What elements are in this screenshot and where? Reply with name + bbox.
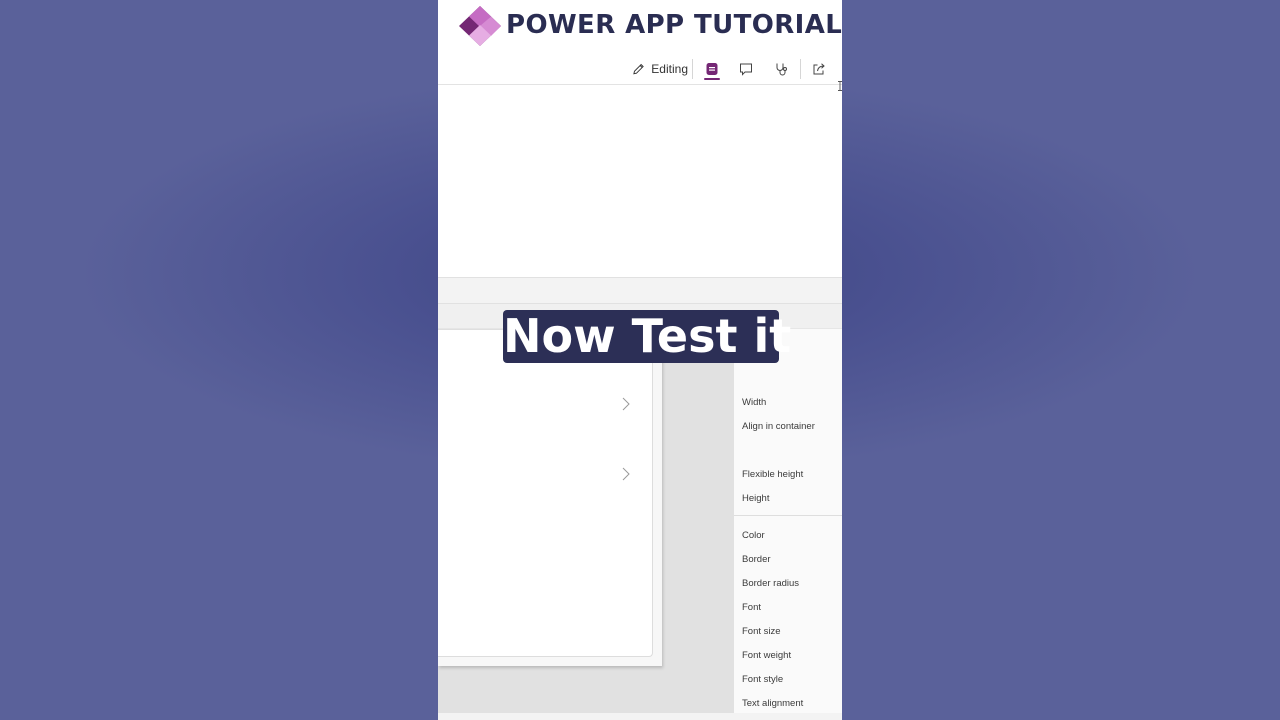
property-font-size[interactable]: Font size bbox=[742, 626, 781, 637]
chevron-right-icon[interactable] bbox=[620, 466, 632, 482]
comment-icon bbox=[740, 63, 752, 76]
stethoscope-icon bbox=[776, 63, 787, 76]
property-height[interactable]: Height bbox=[742, 493, 769, 504]
comments-button[interactable] bbox=[734, 54, 758, 84]
brand-title: POWER APP TUTORIAL bbox=[506, 10, 842, 40]
properties-pane: Width Align in container Flexible height… bbox=[733, 329, 842, 720]
app-screen-preview[interactable] bbox=[438, 330, 662, 666]
video-caption: Now Test it bbox=[503, 309, 792, 363]
toolbar-divider bbox=[800, 59, 801, 79]
property-width[interactable]: Width bbox=[742, 397, 766, 408]
editing-label: Editing bbox=[651, 62, 688, 76]
property-border[interactable]: Border bbox=[742, 554, 771, 565]
active-tab-indicator bbox=[704, 78, 720, 80]
monitor-button[interactable] bbox=[770, 54, 794, 84]
properties-divider bbox=[734, 515, 842, 516]
share-button[interactable] bbox=[807, 54, 831, 84]
share-icon bbox=[813, 63, 825, 75]
text-cursor-icon bbox=[838, 81, 842, 91]
pencil-icon bbox=[633, 63, 644, 75]
bottom-status-bar bbox=[438, 713, 842, 720]
app-icon bbox=[706, 63, 718, 75]
property-font[interactable]: Font bbox=[742, 602, 761, 613]
property-align-in-container[interactable]: Align in container bbox=[742, 421, 815, 432]
app-screen-surface bbox=[438, 330, 653, 657]
property-text-alignment[interactable]: Text alignment bbox=[742, 698, 803, 709]
formula-bar[interactable] bbox=[438, 277, 842, 304]
property-color[interactable]: Color bbox=[742, 530, 765, 541]
property-border-radius[interactable]: Border radius bbox=[742, 578, 799, 589]
studio-toolbar: Editing bbox=[438, 54, 842, 85]
property-font-weight[interactable]: Font weight bbox=[742, 650, 791, 661]
property-font-style[interactable]: Font style bbox=[742, 674, 783, 685]
top-canvas-area bbox=[438, 85, 842, 277]
property-flexible-height[interactable]: Flexible height bbox=[742, 469, 803, 480]
editing-button[interactable]: Editing bbox=[632, 54, 688, 84]
power-apps-logo-icon bbox=[459, 6, 501, 46]
brand-header: POWER APP TUTORIAL bbox=[438, 0, 842, 54]
chevron-right-icon[interactable] bbox=[620, 396, 632, 412]
toolbar-divider bbox=[692, 59, 693, 79]
